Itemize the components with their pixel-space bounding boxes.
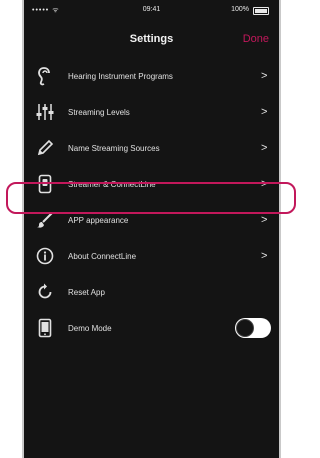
chevron-right-icon: >: [261, 214, 268, 226]
pencil-icon: [34, 137, 56, 159]
toggle-knob: [236, 319, 254, 337]
menu-item-label: Name Streaming Sources: [68, 143, 160, 153]
ear-icon: [34, 65, 56, 87]
status-bar: ••••• ᯤ 09:41 100%: [24, 4, 279, 18]
chevron-right-icon: >: [261, 142, 268, 154]
demo-mode-toggle[interactable]: [235, 318, 271, 338]
menu-item-streaming-levels[interactable]: Streaming Levels >: [24, 94, 279, 130]
phone-icon: [34, 317, 56, 339]
menu-item-hearing-programs[interactable]: Hearing Instrument Programs >: [24, 58, 279, 94]
info-icon: [34, 245, 56, 267]
battery-icon: [253, 7, 269, 15]
nav-bar: Settings Done: [24, 26, 279, 54]
menu-item-label: Demo Mode: [68, 323, 112, 333]
phone-screen: ••••• ᯤ 09:41 100% Settings Done Hearing…: [22, 0, 281, 458]
sliders-icon: [34, 101, 56, 123]
menu-item-label: APP appearance: [68, 215, 129, 225]
chevron-right-icon: >: [261, 70, 268, 82]
highlight-outline: [6, 182, 296, 214]
menu-item-label: Streaming Levels: [68, 107, 130, 117]
reset-icon: [34, 281, 56, 303]
page-title: Settings: [129, 33, 174, 45]
chevron-right-icon: >: [261, 106, 268, 118]
menu-item-label: Reset App: [68, 287, 105, 297]
menu-item-demo-mode: Demo Mode: [24, 310, 279, 346]
menu-item-name-sources[interactable]: Name Streaming Sources >: [24, 130, 279, 166]
battery-percent: 100%: [231, 6, 249, 13]
menu-item-label: Hearing Instrument Programs: [68, 71, 173, 81]
done-button[interactable]: Done: [243, 33, 269, 45]
menu-item-label: About ConnectLine: [68, 251, 137, 261]
chevron-right-icon: >: [261, 250, 268, 262]
menu-item-about[interactable]: About ConnectLine >: [24, 238, 279, 274]
menu-item-reset-app[interactable]: Reset App: [24, 274, 279, 310]
